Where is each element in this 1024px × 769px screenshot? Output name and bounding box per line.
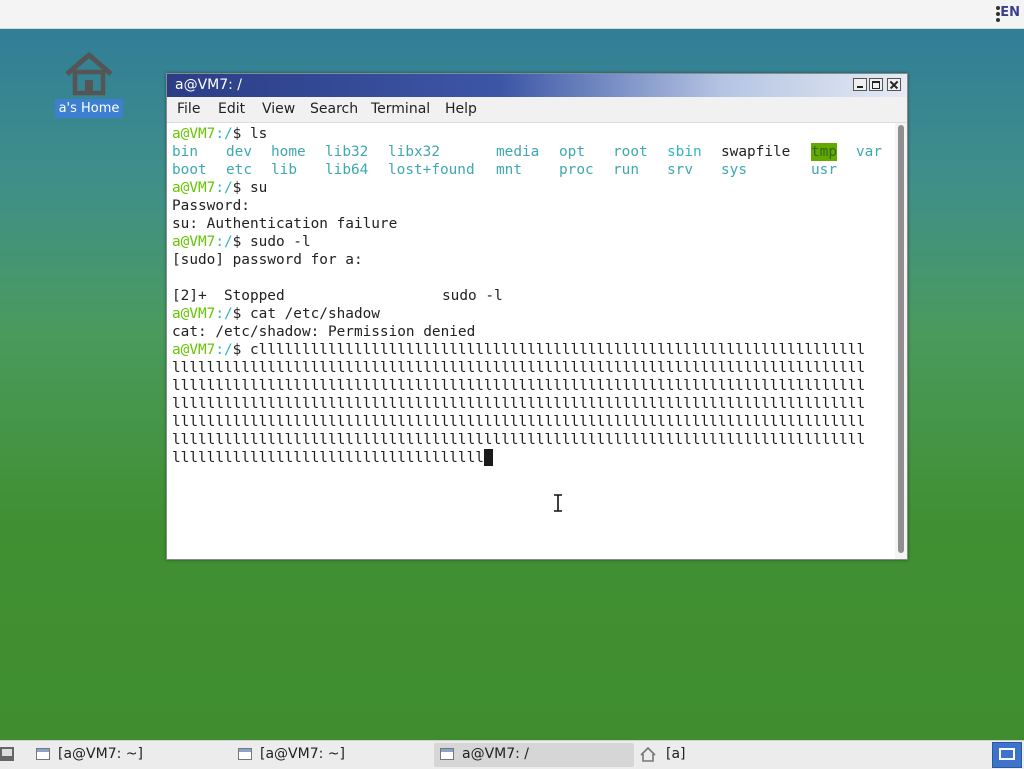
terminal-line: llllllllllllllllllllllllllllllllllllllll… [172,432,866,448]
ls-entry: var [856,144,882,160]
ls-entry: dev [226,144,252,160]
minimize-button[interactable] [853,78,867,91]
ls-output-row: boot etc lib lib64 lost+found mnt proc r… [172,161,892,179]
terminal-line-job: [2]+ Stopped sudo -l [172,288,503,304]
ls-entry: libx32 [388,144,440,160]
scrollbar-thumb[interactable] [898,125,904,553]
ls-entry: run [613,162,639,178]
terminal-window-icon [440,748,454,760]
ls-entry: root [613,144,648,160]
terminal-line: a@VM7:/$ cat /etc/shadow [172,306,380,322]
terminal-line: Password: [172,198,250,214]
terminal-line: a@VM7:/$ su [172,180,268,196]
show-desktop-icon[interactable] [0,747,14,761]
taskbar-item-active[interactable]: a@VM7: / [434,743,634,767]
ls-entry: swapfile [721,144,791,160]
ls-entry: media [496,144,540,160]
terminal-line: cat: /etc/shadow: Permission denied [172,324,476,340]
terminal-line: llllllllllllllllllllllllllllllllllll [172,449,493,467]
taskbar-item[interactable]: [a@VM7: ~] [238,743,428,767]
menu-file[interactable]: File [177,101,200,117]
ls-entry: lib32 [325,144,369,160]
taskbar: [a@VM7: ~] [a@VM7: ~] a@VM7: / [a] [0,740,1024,769]
terminal-output[interactable]: a@VM7:/$ ls bin dev home lib32 libx32 me… [167,123,895,559]
ls-entry: opt [559,144,585,160]
terminal-line: a@VM7:/$ cllllllllllllllllllllllllllllll… [172,342,866,358]
taskbar-item[interactable]: [a] [640,743,760,767]
home-icon [640,747,656,762]
terminal-line: llllllllllllllllllllllllllllllllllllllll… [172,414,866,430]
terminal-line: llllllllllllllllllllllllllllllllllllllll… [172,396,866,412]
terminal-line: a@VM7:/$ ls [172,126,268,142]
window-title: a@VM7: / [175,77,243,93]
terminal-line: a@VM7:/$ sudo -l [172,234,311,250]
ls-entry: srv [667,162,693,178]
ls-entry: lib [271,162,297,178]
ls-entry: home [271,144,306,160]
ls-entry: sys [721,162,747,178]
terminal-window-icon [36,748,50,760]
terminal-line: [sudo] password for a: [172,252,363,268]
ls-entry: proc [559,162,594,178]
ls-entry: bin [172,144,198,160]
desktop-home-label: a's Home [54,99,124,118]
ls-entry-highlighted: tmp [811,143,837,161]
menu-edit[interactable]: Edit [218,101,245,117]
ls-entry: boot [172,162,207,178]
ls-output-row: bin dev home lib32 libx32 media opt root… [172,143,892,161]
terminal-line: llllllllllllllllllllllllllllllllllllllll… [172,360,866,376]
terminal-window-icon [238,748,252,760]
home-folder-icon [65,52,113,96]
ls-entry: mnt [496,162,522,178]
menu-bar: File Edit View Search Terminal Help [167,97,907,123]
close-button[interactable] [887,78,901,91]
keyboard-layout-indicator[interactable]: EN [1000,5,1020,20]
workspace-switcher-icon[interactable] [992,742,1022,768]
menu-help[interactable]: Help [445,101,477,117]
ibeam-cursor-icon [554,494,562,512]
terminal-window: a@VM7: / File Edit View Search Terminal … [166,73,908,560]
menu-search[interactable]: Search [310,101,358,117]
top-panel: EN [0,0,1024,29]
menu-view[interactable]: View [262,101,295,117]
menu-terminal[interactable]: Terminal [371,101,430,117]
scrollbar[interactable] [895,123,907,559]
ls-entry: usr [811,162,837,178]
ls-entry: sbin [667,144,702,160]
ls-entry: lost+found [388,162,475,178]
desktop-home-icon[interactable]: a's Home [52,52,126,118]
ls-entry: etc [226,162,252,178]
window-titlebar[interactable]: a@VM7: / [167,74,907,97]
terminal-line: llllllllllllllllllllllllllllllllllllllll… [172,378,866,394]
text-cursor [483,449,493,466]
terminal-line: su: Authentication failure [172,216,398,232]
ls-entry: lib64 [325,162,369,178]
maximize-button[interactable] [869,78,883,91]
taskbar-item[interactable]: [a@VM7: ~] [36,743,226,767]
